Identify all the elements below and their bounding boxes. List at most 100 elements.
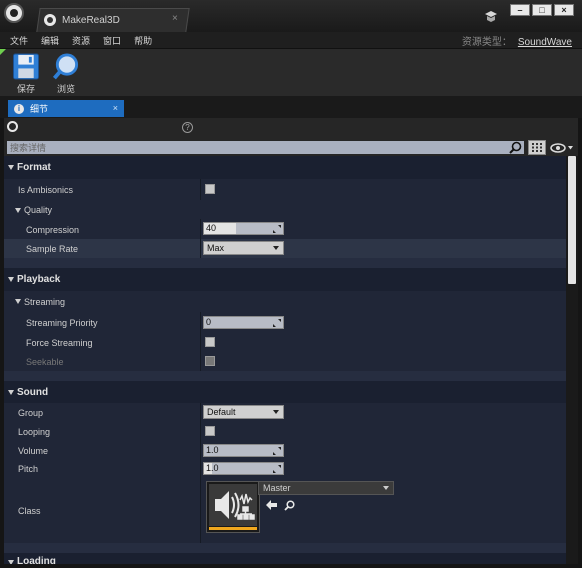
expand-arrow-icon — [15, 208, 21, 213]
grid-view-icon[interactable] — [528, 140, 546, 155]
column-splitter[interactable] — [200, 352, 201, 371]
property-streaming-priority: Streaming Priority 0 — [4, 312, 566, 333]
magnifier-icon — [52, 53, 79, 80]
property-is-ambisonics: Is Ambisonics — [4, 179, 566, 200]
property-force-streaming: Force Streaming — [4, 333, 566, 352]
streaming-priority-input[interactable]: 0 — [203, 316, 284, 329]
property-class: Class Master — [4, 477, 566, 543]
streaming-priority-value: 0 — [206, 317, 212, 327]
object-icon — [7, 121, 18, 132]
group-label: Group — [18, 408, 44, 418]
seekable-checkbox — [205, 356, 215, 366]
details-search-input[interactable] — [7, 141, 524, 154]
chevron-down-icon — [273, 246, 279, 250]
menu-file[interactable]: 文件 — [10, 34, 28, 47]
column-splitter[interactable] — [200, 459, 201, 477]
is-ambisonics-label: Is Ambisonics — [18, 185, 74, 195]
group-dropdown[interactable]: Default — [203, 405, 284, 419]
menu-asset[interactable]: 资源 — [72, 34, 90, 47]
search-icon[interactable] — [509, 141, 522, 154]
menu-window[interactable]: 窗口 — [103, 34, 121, 47]
asset-type-link[interactable]: SoundWave — [518, 37, 572, 48]
sample-rate-dropdown[interactable]: Max — [203, 241, 284, 255]
pitch-value: 1.0 — [206, 463, 219, 473]
looping-checkbox[interactable] — [205, 426, 215, 436]
title-bar: MakeReal3D × – □ × — [0, 0, 582, 32]
section-spacer — [4, 371, 566, 381]
panel-tab-bar: i 细节 × — [0, 96, 582, 118]
window-controls: – □ × — [508, 4, 574, 16]
pitch-slider-input[interactable]: 1.0 — [203, 462, 284, 475]
seekable-label: Seekable — [26, 357, 64, 367]
asset-type-indicator: 资源类型： SoundWave — [462, 33, 572, 48]
tab-close-icon[interactable]: × — [172, 13, 178, 24]
resize-arrows-icon — [273, 225, 281, 233]
selected-object-row: ? — [4, 118, 578, 138]
column-splitter[interactable] — [200, 219, 201, 239]
save-button[interactable]: 保存 — [6, 53, 46, 95]
volume-input[interactable]: 1.0 — [203, 444, 284, 457]
toolbar: 保存 浏览 — [0, 48, 582, 97]
column-splitter[interactable] — [200, 477, 201, 543]
eye-icon[interactable] — [550, 142, 574, 154]
property-pitch: Pitch 1.0 — [4, 459, 566, 477]
section-spacer — [4, 258, 566, 268]
arrow-left-icon[interactable] — [266, 500, 278, 510]
resize-arrows-icon — [273, 447, 281, 455]
details-panel: ? 搜索详情 Format Is Ambisonics Quality Comp… — [4, 118, 578, 564]
class-thumbnail-underline — [209, 527, 257, 530]
sample-rate-value: Max — [207, 243, 225, 253]
details-tab-close-icon[interactable]: × — [113, 103, 118, 113]
unreal-logo-icon[interactable] — [4, 3, 24, 23]
maximize-button[interactable]: □ — [532, 4, 552, 16]
category-sound-label: Sound — [17, 387, 49, 398]
category-playback[interactable]: Playback — [4, 268, 566, 291]
asset-type-label: 资源类型： — [461, 37, 512, 48]
category-format[interactable]: Format — [4, 156, 566, 179]
quality-label: Quality — [24, 205, 53, 215]
feedback-icon[interactable] — [484, 11, 498, 23]
menu-help[interactable]: 帮助 — [134, 34, 152, 47]
scrollbar-thumb[interactable] — [568, 156, 576, 284]
property-volume: Volume 1.0 — [4, 441, 566, 459]
resize-arrows-icon — [273, 465, 281, 473]
subcategory-quality[interactable]: Quality — [4, 200, 566, 219]
column-splitter[interactable] — [200, 239, 201, 258]
class-dropdown[interactable]: Master — [258, 481, 394, 495]
is-ambisonics-checkbox[interactable] — [205, 184, 215, 194]
browse-button[interactable]: 浏览 — [46, 53, 86, 95]
subcategory-streaming[interactable]: Streaming — [4, 291, 566, 312]
sound-class-icon[interactable] — [206, 481, 260, 533]
category-sound[interactable]: Sound — [4, 381, 566, 403]
expand-arrow-icon — [8, 560, 14, 564]
streaming-priority-label: Streaming Priority — [26, 318, 98, 328]
column-splitter[interactable] — [200, 441, 201, 459]
class-value: Master — [263, 483, 291, 493]
category-loading[interactable]: Loading — [4, 553, 566, 564]
streaming-label: Streaming — [24, 297, 66, 307]
close-window-button[interactable]: × — [554, 4, 574, 16]
document-tab-content[interactable]: MakeReal3D — [44, 12, 120, 28]
column-splitter[interactable] — [200, 422, 201, 441]
column-splitter[interactable] — [200, 179, 201, 200]
property-looping: Looping — [4, 422, 566, 441]
details-tab-label: 细节 — [30, 104, 49, 114]
details-tab[interactable]: i 细节 × — [8, 100, 124, 117]
expand-arrow-icon — [8, 390, 14, 395]
compression-slider-input[interactable]: 40 — [203, 222, 284, 235]
column-splitter[interactable] — [200, 403, 201, 422]
property-seekable: Seekable — [4, 352, 566, 371]
property-list: Format Is Ambisonics Quality Compression… — [4, 156, 566, 564]
force-streaming-checkbox[interactable] — [205, 337, 215, 347]
help-icon[interactable]: ? — [182, 122, 193, 133]
search-icon[interactable] — [284, 500, 295, 511]
force-streaming-label: Force Streaming — [26, 338, 93, 348]
chevron-down-icon — [383, 486, 389, 490]
column-splitter[interactable] — [200, 333, 201, 352]
minimize-button[interactable]: – — [510, 4, 530, 16]
compression-value: 40 — [206, 223, 217, 233]
details-scrollbar[interactable] — [566, 156, 578, 564]
column-splitter[interactable] — [200, 312, 201, 333]
search-row — [4, 138, 578, 156]
menu-edit[interactable]: 编辑 — [41, 34, 59, 47]
